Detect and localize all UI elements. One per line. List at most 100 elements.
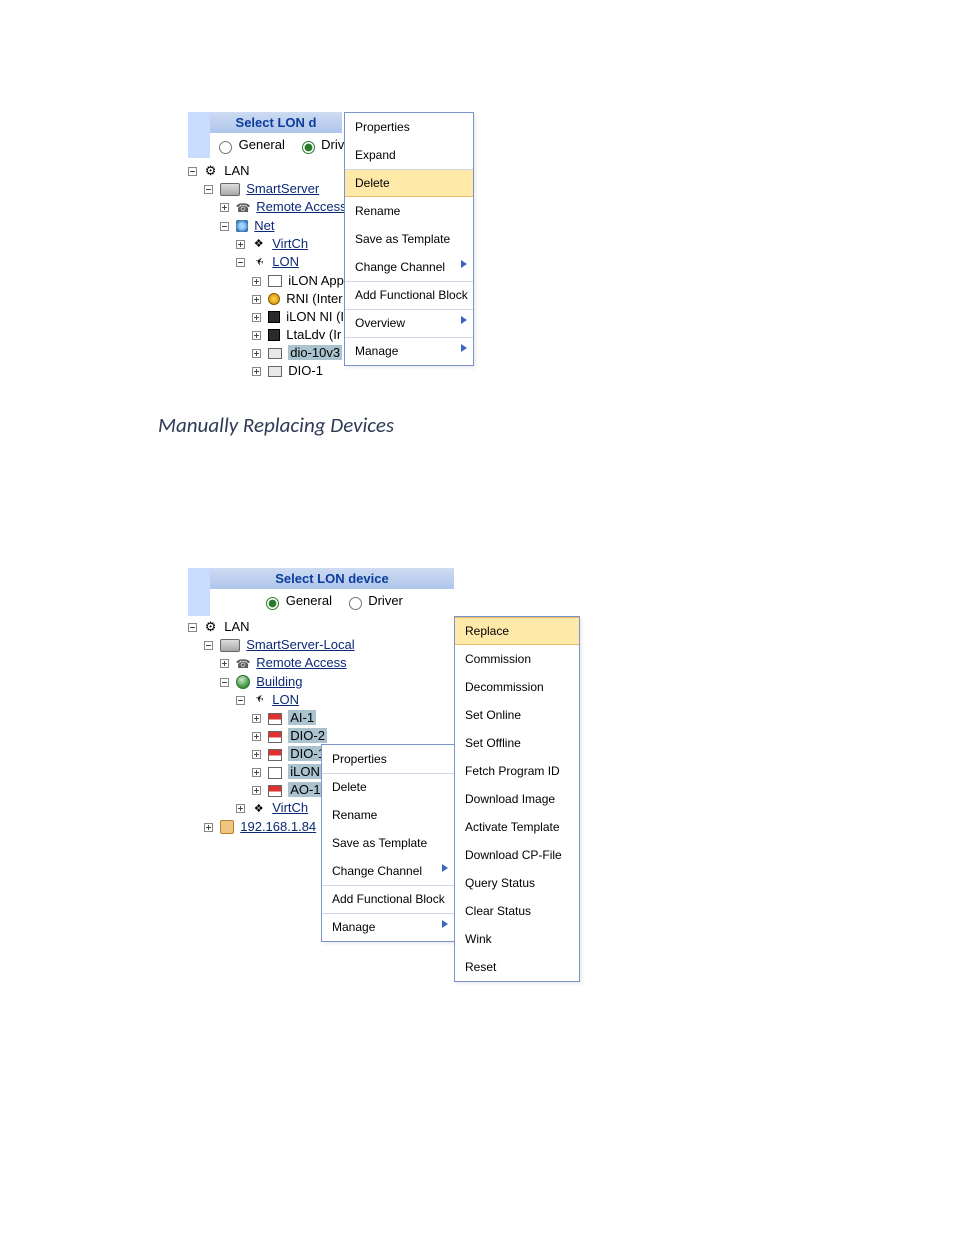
menu-item-activate-template[interactable]: Activate Template [455, 813, 579, 841]
expand-icon[interactable] [236, 240, 245, 249]
collapse-icon[interactable] [204, 185, 213, 194]
menu-item-properties[interactable]: Properties [322, 745, 454, 773]
collapse-icon[interactable] [236, 258, 245, 267]
submenu-arrow-icon [461, 260, 467, 268]
radio-driver[interactable]: Driver [344, 593, 403, 608]
menu-item-overview[interactable]: Overview [345, 309, 473, 337]
expand-icon[interactable] [252, 313, 261, 322]
menu-item-change-channel[interactable]: Change Channel [322, 857, 454, 885]
radio-row: General Driver [210, 589, 454, 616]
expand-icon[interactable] [204, 823, 213, 832]
collapse-icon[interactable] [188, 623, 197, 632]
node-building[interactable]: Building [256, 674, 302, 689]
menu-item-rename[interactable]: Rename [345, 197, 473, 225]
menu-item-download-cp-file[interactable]: Download CP-File [455, 841, 579, 869]
device-icon [268, 713, 282, 725]
menu-item-save-as-template[interactable]: Save as Template [322, 829, 454, 857]
menu-item-download-image[interactable]: Download Image [455, 785, 579, 813]
node-virtch[interactable]: VirtCh [272, 236, 308, 251]
expand-icon[interactable] [252, 277, 261, 286]
menu-item-add-functional-block[interactable]: Add Functional Block [345, 281, 473, 309]
expand-icon[interactable] [252, 367, 261, 376]
collapse-icon[interactable] [236, 696, 245, 705]
node-rni[interactable]: RNI (Inter [286, 291, 342, 306]
menu-item-delete[interactable]: Delete [322, 773, 454, 801]
device-icon [268, 749, 282, 761]
submenu-arrow-icon [442, 920, 448, 928]
expand-icon[interactable] [252, 768, 261, 777]
device-icon [268, 731, 282, 743]
menu-item-commission[interactable]: Commission [455, 645, 579, 673]
menu-item-expand[interactable]: Expand [345, 141, 473, 169]
menu-item-properties[interactable]: Properties [345, 113, 473, 141]
menu-item-replace[interactable]: Replace [455, 617, 579, 645]
menu-item-wink[interactable]: Wink [455, 925, 579, 953]
chip-icon [268, 329, 280, 341]
expand-icon[interactable] [236, 804, 245, 813]
expand-icon[interactable] [252, 295, 261, 304]
node-ltaldv[interactable]: LtaLdv (Ir [286, 327, 341, 342]
radio-general[interactable]: General [261, 593, 336, 608]
collapse-icon[interactable] [204, 641, 213, 650]
node-lon[interactable]: LON [272, 692, 299, 707]
menu-item-save-as-template[interactable]: Save as Template [345, 225, 473, 253]
node-lan[interactable]: LAN [224, 619, 249, 634]
menu-item-manage[interactable]: Manage [322, 913, 454, 941]
expand-icon[interactable] [252, 714, 261, 723]
menu-item-query-status[interactable]: Query Status [455, 869, 579, 897]
expand-icon[interactable] [252, 786, 261, 795]
server-icon [220, 639, 240, 652]
context-submenu-manage: Replace Commission Decommission Set Onli… [454, 616, 580, 982]
node-dio2[interactable]: DIO-2 [288, 728, 327, 743]
figure-select-lon-device-1: Select LON d General Driver [188, 112, 474, 380]
lan-icon: ⚙ [204, 162, 218, 180]
menu-item-set-online[interactable]: Set Online [455, 701, 579, 729]
box-icon [268, 348, 282, 359]
menu-item-reset[interactable]: Reset [455, 953, 579, 981]
expand-icon[interactable] [252, 750, 261, 759]
context-menu: Properties Delete Rename Save as Templat… [321, 744, 455, 942]
rni-icon [268, 293, 280, 305]
node-smartserver[interactable]: SmartServer [246, 181, 319, 196]
collapse-icon[interactable] [220, 222, 229, 231]
expand-icon[interactable] [252, 349, 261, 358]
expand-icon[interactable] [252, 732, 261, 741]
node-ip[interactable]: 192.168.1.84 [240, 819, 316, 834]
box-icon [268, 366, 282, 377]
menu-item-add-functional-block[interactable]: Add Functional Block [322, 885, 454, 913]
menu-item-decommission[interactable]: Decommission [455, 673, 579, 701]
menu-item-change-channel[interactable]: Change Channel [345, 253, 473, 281]
node-virtch[interactable]: VirtCh [272, 800, 308, 815]
menu-item-clear-status[interactable]: Clear Status [455, 897, 579, 925]
collapse-icon[interactable] [188, 167, 197, 176]
phone-icon: ☎ [236, 655, 250, 673]
node-dio1[interactable]: DIO-1 [288, 363, 323, 378]
node-dio10v3[interactable]: dio-10v3 [288, 345, 342, 360]
menu-item-fetch-program-id[interactable]: Fetch Program ID [455, 757, 579, 785]
node-ao1[interactable]: AO-1 [288, 782, 322, 797]
node-remote-access[interactable]: Remote Access [256, 655, 346, 670]
node-ai1[interactable]: AI-1 [288, 710, 316, 725]
expand-icon[interactable] [252, 331, 261, 340]
context-menu: Properties Expand Delete Rename Save as … [344, 112, 474, 366]
node-ilon-app[interactable]: iLON App [288, 273, 344, 288]
menu-item-manage[interactable]: Manage [345, 337, 473, 365]
node-net[interactable]: Net [254, 218, 274, 233]
menu-item-set-offline[interactable]: Set Offline [455, 729, 579, 757]
collapse-icon[interactable] [220, 678, 229, 687]
node-remote-access[interactable]: Remote Access [256, 199, 346, 214]
radio-row: General Driver [210, 133, 342, 160]
menu-item-delete[interactable]: Delete [345, 169, 473, 197]
expand-icon[interactable] [220, 659, 229, 668]
node-lon[interactable]: LON [272, 254, 299, 269]
panel-header: Select LON device [210, 568, 454, 589]
node-smartserver-local[interactable]: SmartServer-Local [246, 637, 354, 652]
menu-item-rename[interactable]: Rename [322, 801, 454, 829]
expand-icon[interactable] [220, 203, 229, 212]
remote-server-icon [220, 820, 234, 834]
radio-general[interactable]: General [214, 137, 289, 152]
submenu-arrow-icon [461, 316, 467, 324]
node-ilon-ni[interactable]: iLON NI (I [286, 309, 344, 324]
node-lan[interactable]: LAN [224, 163, 249, 178]
sidebar-strip [188, 568, 210, 616]
